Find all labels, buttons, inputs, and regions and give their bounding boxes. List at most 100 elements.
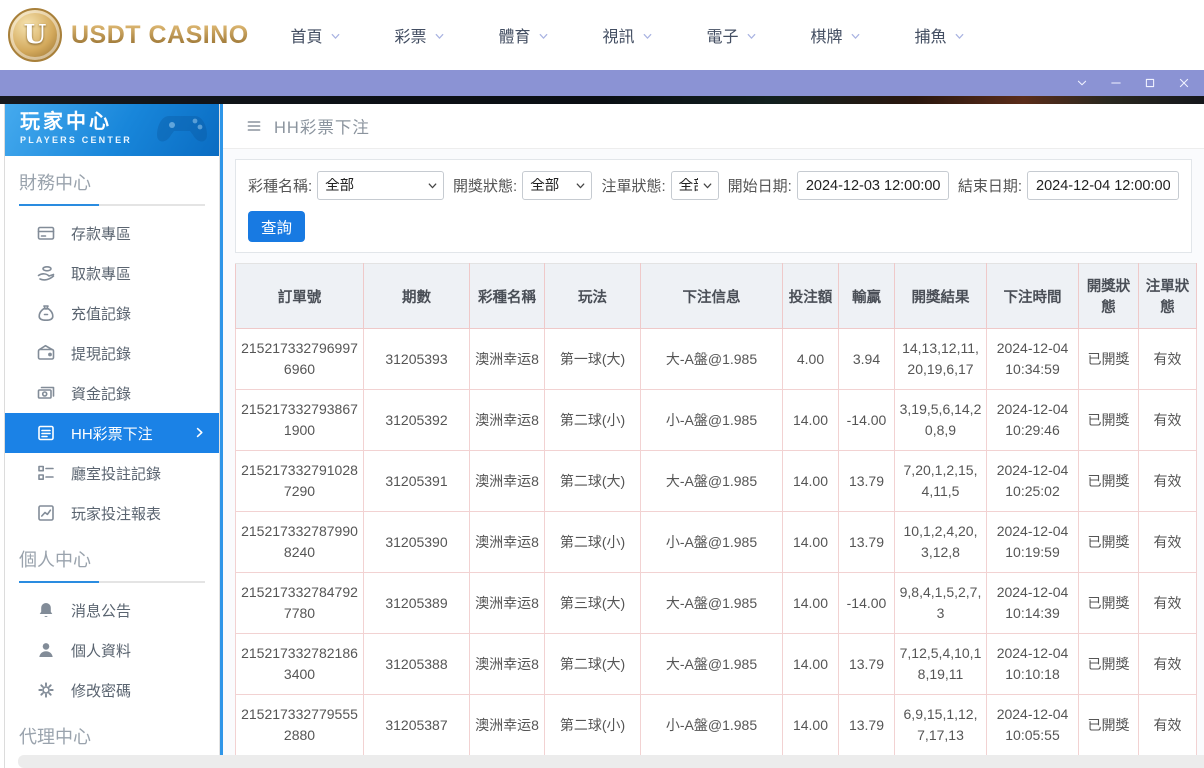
table-row: 2152173327938671900 31205392 澳洲幸运8 第二球(小) 小-… [235,389,1197,451]
cell-order-no: 2152173327795552880 [235,694,364,756]
cell-order-no: 2152173327821863400 [235,633,364,695]
cell-draw-status: 已開獎 [1078,694,1139,756]
cell-order-no: 2152173327938671900 [235,389,364,451]
window-titlebar [0,70,1204,96]
cell-draw-status: 已開獎 [1078,450,1139,512]
table-row: 2152173327879908240 31205390 澳洲幸运8 第二球(小) 小-… [235,511,1197,573]
chevron-down-icon [433,30,446,43]
cell-result: 3,19,5,6,14,20,8,9 [894,389,987,451]
cell-win-loss: 13.79 [838,450,895,512]
banner-strip [0,96,1204,104]
nav-item-sports[interactable]: 體育 [472,23,576,47]
start-date-input[interactable] [796,171,949,200]
site-header: U USDT CASINO 首頁 彩票 體育 視訊 電子 棋牌 捕魚 [0,0,1204,70]
sidebar-item-label: 資金記錄 [71,385,132,403]
cell-bet-info: 小-A盤@1.985 [640,511,783,573]
sidebar-item-label: 充值記錄 [71,305,132,323]
window-chevron-down-icon[interactable] [1076,77,1088,89]
cell-bet-info: 小-A盤@1.985 [640,694,783,756]
window-minimize-icon[interactable] [1110,77,1122,89]
sidebar-item-fund-records[interactable]: 資金記錄 [5,373,219,413]
cell-win-loss: 13.79 [838,694,895,756]
cell-period: 31205388 [363,633,470,695]
sidebar-item-hall-bet-records[interactable]: 廳室投註記錄 [5,453,219,493]
cell-result: 7,20,1,2,15,4,11,5 [894,450,987,512]
nav-item-fishing[interactable]: 捕魚 [888,23,992,47]
nav-item-video[interactable]: 視訊 [576,23,680,47]
sidebar-item-label: 存款專區 [71,225,132,243]
sidebar-item-label: 廳室投註記錄 [71,465,162,483]
chevron-down-icon [641,30,654,43]
end-date-input[interactable] [1027,171,1179,200]
section-divider [19,581,205,583]
cell-lottery-name: 澳洲幸运8 [469,572,545,634]
cell-amount: 14.00 [782,389,839,451]
breadcrumb: HH彩票下注 [223,104,1204,149]
sidebar-item-change-password[interactable]: 修改密碼 [5,670,219,710]
sidebar-item-withdraw[interactable]: 取款專區 [5,253,219,293]
col-header-lottery-name: 彩種名稱 [469,263,545,329]
table-row: 2152173327821863400 31205388 澳洲幸运8 第二球(大) 大-… [235,633,1197,695]
col-header-win-loss: 輸贏 [838,263,895,329]
cell-win-loss: 3.94 [838,328,895,390]
cell-play: 第一球(大) [544,328,641,390]
cell-bet-time: 2024-12-04 10:14:39 [986,572,1079,634]
brand-logo[interactable]: U USDT CASINO [0,8,248,62]
chevron-down-icon [537,30,550,43]
order-status-select[interactable]: 全部 [670,171,719,200]
sidebar-item-label: 消息公告 [71,602,132,620]
window-close-icon[interactable] [1178,77,1190,89]
cell-order-no: 2152173327910287290 [235,450,364,512]
nav-label: 棋牌 [810,29,843,46]
cell-amount: 14.00 [782,694,839,756]
sidebar-item-hh-lottery-bets[interactable]: HH彩票下注 [5,413,219,453]
nav-item-home[interactable]: 首頁 [264,23,368,47]
nav-item-electronic[interactable]: 電子 [680,23,784,47]
col-header-bet-info: 下注信息 [640,263,783,329]
nav-item-chess[interactable]: 棋牌 [784,23,888,47]
cell-order-status: 有效 [1138,572,1197,634]
lottery-name-select[interactable]: 全部 [317,171,445,200]
main-panel: HH彩票下注 彩種名稱:全部開獎狀態:全部注單狀態:全部開始日期:結束日期: 查… [220,104,1204,768]
nav-label: 體育 [498,29,531,46]
horizontal-scrollbar[interactable] [18,755,1204,768]
sidebar-item-label: 提現記錄 [71,345,132,363]
cell-result: 9,8,4,1,5,2,7,3 [894,572,987,634]
cell-draw-status: 已開獎 [1078,572,1139,634]
brand-name: USDT CASINO [71,20,249,49]
table-row: 2152173327795552880 31205387 澳洲幸运8 第二球(小) 小-… [235,694,1197,756]
cell-draw-status: 已開獎 [1078,328,1139,390]
sidebar-item-deposit[interactable]: 存款專區 [5,213,219,253]
cell-order-status: 有效 [1138,694,1197,756]
cell-order-no: 2152173327969976960 [235,328,364,390]
cell-amount: 4.00 [782,328,839,390]
sidebar-item-player-bet-report[interactable]: 玩家投注報表 [5,493,219,533]
chevron-down-icon [329,30,342,43]
cell-period: 31205387 [363,694,470,756]
sidebar-header: 玩家中心 PLAYERS CENTER [5,104,219,156]
col-header-order-status: 注單狀態 [1138,263,1197,329]
bet-list-icon [36,423,56,443]
col-header-period: 期數 [363,263,470,329]
chevron-right-icon [193,426,206,439]
draw-status-select[interactable]: 全部 [522,171,593,200]
cell-play: 第二球(小) [544,511,641,573]
sidebar-item-recharge-records[interactable]: 充值記錄 [5,293,219,333]
banknotes-icon [36,383,56,403]
section-divider [19,204,205,206]
chevron-down-icon [953,30,966,43]
main-nav: 首頁 彩票 體育 視訊 電子 棋牌 捕魚 [236,23,1204,47]
window-maximize-icon[interactable] [1144,77,1156,89]
cell-result: 6,9,15,1,12,7,17,13 [894,694,987,756]
nav-item-lottery[interactable]: 彩票 [368,23,472,47]
cell-bet-time: 2024-12-04 10:19:59 [986,511,1079,573]
sidebar-item-announcements[interactable]: 消息公告 [5,590,219,630]
cell-draw-status: 已開獎 [1078,389,1139,451]
search-button[interactable]: 查詢 [248,211,306,242]
cell-lottery-name: 澳洲幸运8 [469,511,545,573]
sidebar-item-profile[interactable]: 個人資料 [5,630,219,670]
cell-order-status: 有效 [1138,450,1197,512]
hamburger-menu-icon[interactable] [245,118,263,134]
lottery-name-label: 彩種名稱: [248,178,313,195]
sidebar-item-withdrawal-records[interactable]: 提現記錄 [5,333,219,373]
